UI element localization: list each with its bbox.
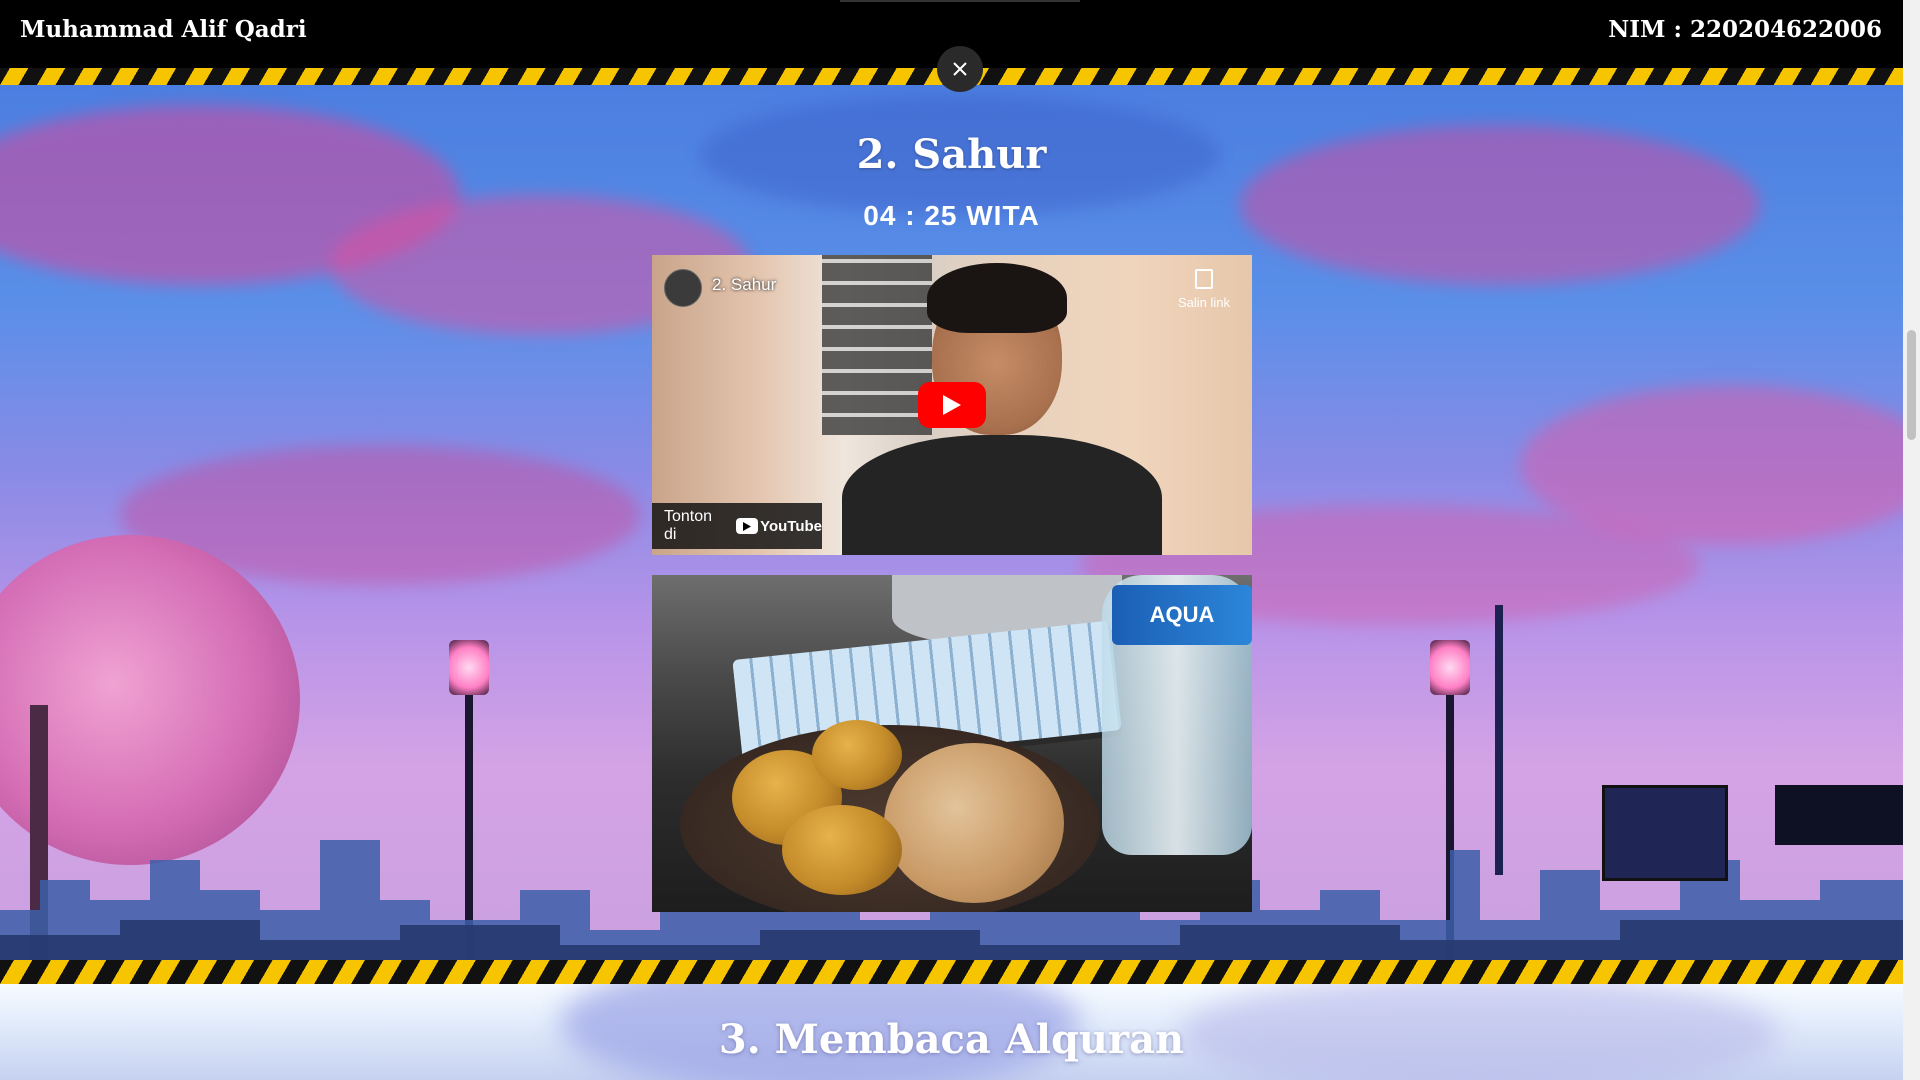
sahur-section: 2. Sahur 04 : 25 WITA 2. Sahur Salin lin… [0, 85, 1903, 960]
copy-link-label: Salin link [1177, 295, 1231, 310]
lamp-light [449, 640, 489, 695]
channel-avatar[interactable] [664, 269, 702, 307]
photo-fried-chicken [782, 805, 902, 895]
lamp-light [1430, 640, 1470, 695]
food-photo: AQUA [652, 575, 1252, 912]
header-top-bar [840, 0, 1080, 2]
person-shirt [842, 435, 1162, 555]
author-name: Muhammad Alif Qadri [20, 16, 307, 43]
play-button[interactable] [918, 382, 986, 428]
watch-on-youtube-button[interactable]: Tonton di YouTube [652, 503, 822, 549]
section-title: 2. Sahur [856, 131, 1047, 178]
youtube-logo-icon [736, 518, 759, 534]
page-scrollbar[interactable] [1903, 0, 1920, 1080]
student-id: NIM : 220204622006 [1608, 16, 1882, 43]
youtube-logo: YouTube [736, 518, 822, 535]
hazard-stripe-bottom [0, 960, 1903, 984]
next-section-title: 3. Membaca Alquran [718, 1016, 1185, 1063]
billboard [1602, 785, 1728, 881]
bottle-label: AQUA [1112, 585, 1252, 645]
play-icon [943, 395, 961, 415]
bus-stop-roof [1775, 785, 1903, 845]
youtube-embed[interactable]: 2. Sahur Salin link Tonton di YouTube [652, 255, 1252, 555]
copy-link-button[interactable]: Salin link [1174, 269, 1234, 310]
person-hair [927, 263, 1067, 333]
scrollbar-thumb[interactable] [1907, 330, 1916, 440]
page: 2. Sahur 04 : 25 WITA 2. Sahur Salin lin… [0, 0, 1903, 1080]
next-section: 3. Membaca Alquran [0, 984, 1903, 1080]
watch-on-label: Tonton di [664, 508, 713, 543]
photo-rice [884, 743, 1064, 903]
section-time: 04 : 25 WITA [863, 200, 1040, 231]
close-button[interactable] [937, 46, 983, 92]
video-title[interactable]: 2. Sahur [712, 275, 776, 295]
copy-link-icon [1195, 269, 1213, 289]
close-icon [953, 62, 967, 76]
tower [1495, 605, 1503, 875]
poster-wall [822, 255, 932, 435]
photo-fried-chicken [812, 720, 902, 790]
youtube-label: YouTube [760, 517, 822, 535]
